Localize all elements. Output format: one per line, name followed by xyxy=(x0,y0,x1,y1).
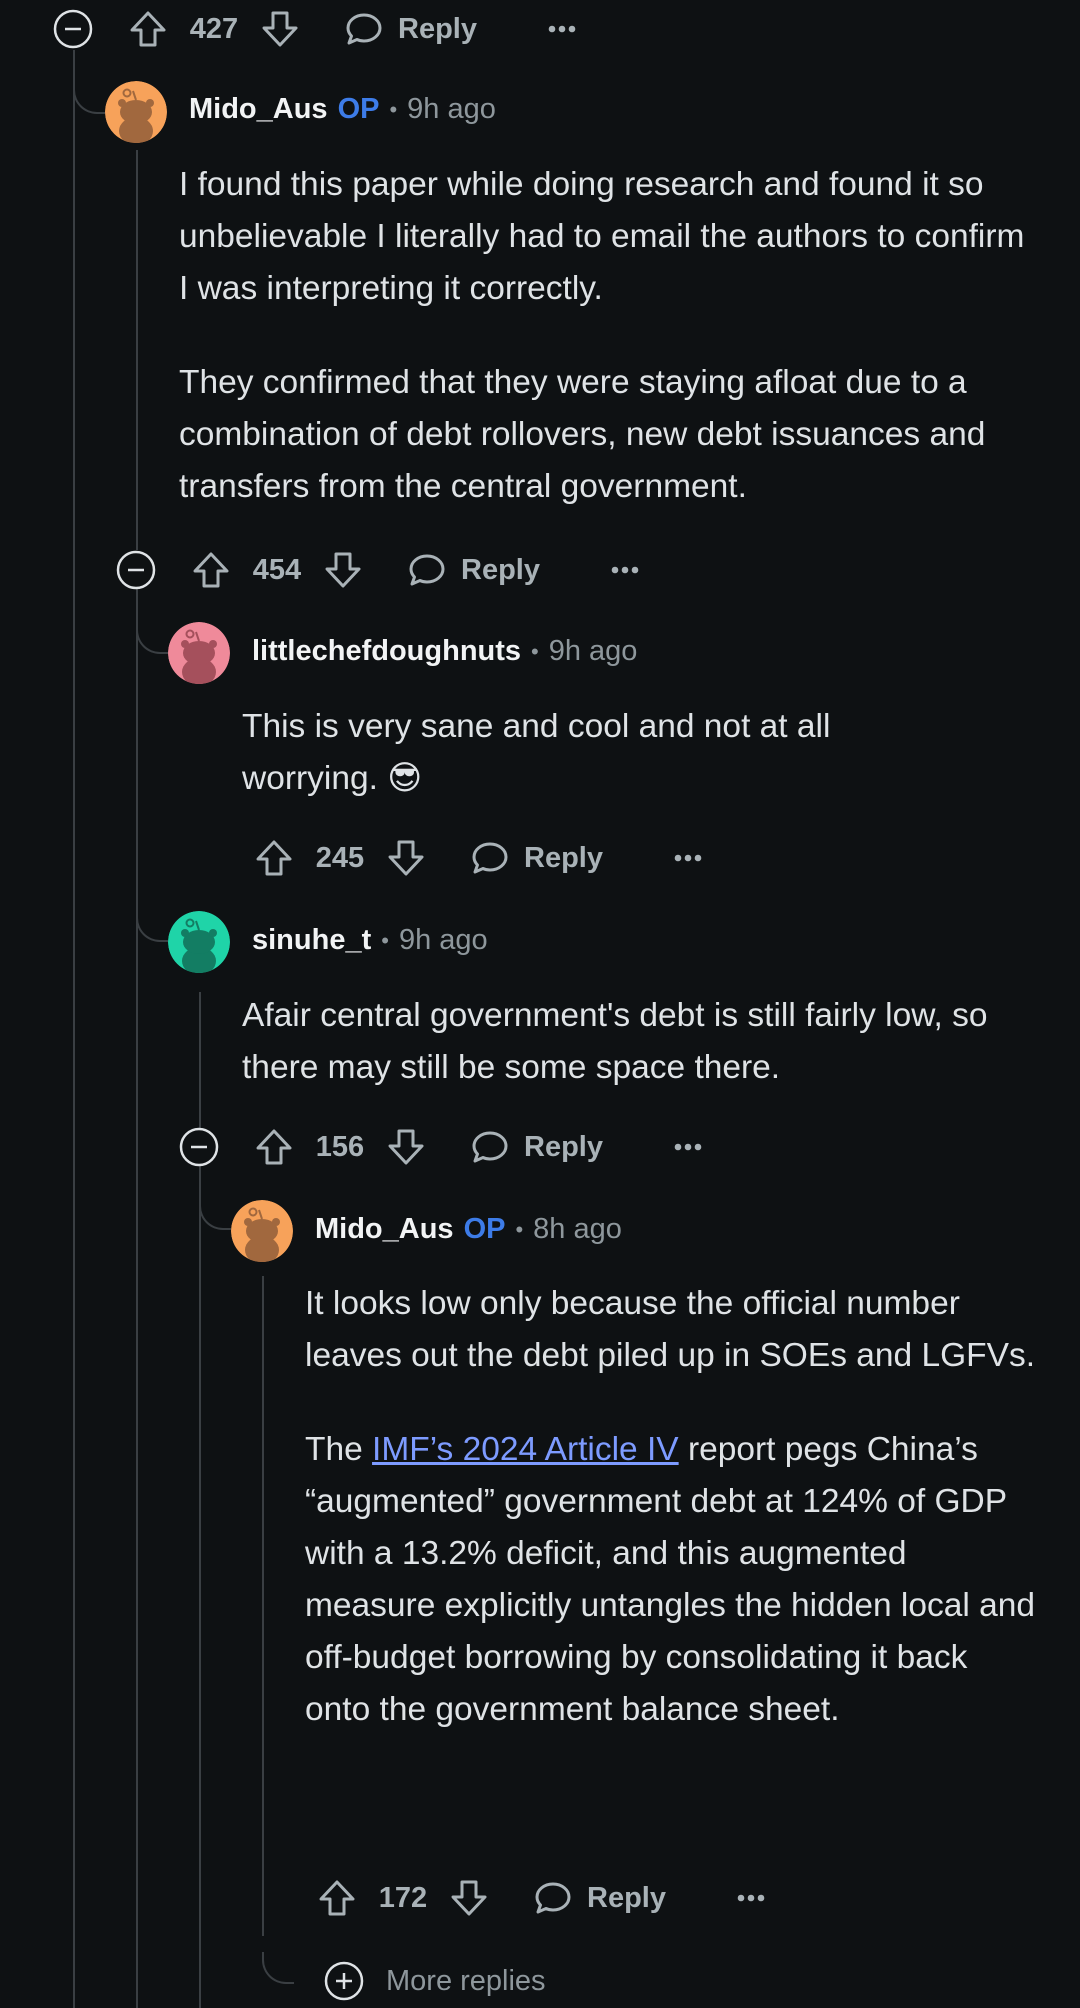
avatar-snoo-icon xyxy=(105,81,167,143)
downvote-icon[interactable] xyxy=(447,1876,491,1920)
reply-label: Reply xyxy=(398,12,477,45)
text-span: The xyxy=(305,1431,373,1468)
op-badge: OP xyxy=(337,93,380,125)
thread-line xyxy=(262,1276,264,1936)
timestamp: 8h ago xyxy=(533,1213,622,1245)
vote-count: 454 xyxy=(252,553,302,586)
thread-connector xyxy=(136,612,168,654)
vote-count: 427 xyxy=(189,12,239,45)
comment-body: I found this paper while doing research … xyxy=(179,159,1039,513)
timestamp: 9h ago xyxy=(548,635,638,667)
avatar-snoo-icon xyxy=(231,1200,293,1262)
comment-body: Afair central government's debt is still… xyxy=(242,990,1042,1094)
avatar[interactable] xyxy=(168,622,230,684)
comment-paragraph: This is very sane and cool and not at al… xyxy=(242,708,831,797)
more-replies-label: More replies xyxy=(386,1964,546,1997)
thread-line xyxy=(136,150,138,550)
reply-label: Reply xyxy=(587,1881,666,1914)
reply-button[interactable]: Reply xyxy=(468,836,603,880)
separator: • xyxy=(389,96,398,122)
comment-meta: littlechefdoughnuts • 9h ago xyxy=(252,635,637,668)
more-icon[interactable] xyxy=(673,853,703,863)
expand-icon xyxy=(324,1961,364,2001)
reply-icon xyxy=(472,842,508,874)
thread-line xyxy=(73,50,75,2008)
reply-icon xyxy=(409,554,445,586)
separator: • xyxy=(531,638,539,664)
comment-paragraph: They confirmed that they were staying af… xyxy=(179,364,986,505)
vote-count: 156 xyxy=(315,1130,365,1163)
thread-connector xyxy=(73,72,105,114)
avatar-snoo-icon xyxy=(168,622,230,684)
comment-paragraph: Afair central government's debt is still… xyxy=(242,997,988,1086)
collapse-icon[interactable] xyxy=(179,1127,219,1167)
username[interactable]: Mido_Aus xyxy=(189,93,328,126)
comment-meta: Mido_Aus OP • 8h ago xyxy=(315,1213,622,1246)
thread-connector xyxy=(199,1188,231,1230)
text-span: report pegs China’s “augmented” governme… xyxy=(305,1431,1036,1728)
comment-meta: sinuhe_t • 9h ago xyxy=(252,924,488,957)
avatar-snoo-icon xyxy=(168,911,230,973)
more-icon[interactable] xyxy=(736,1893,766,1903)
comment-body: This is very sane and cool and not at al… xyxy=(242,701,922,805)
downvote-icon[interactable] xyxy=(384,836,428,880)
collapse-icon[interactable] xyxy=(116,550,156,590)
downvote-icon[interactable] xyxy=(258,7,302,51)
reply-button[interactable]: Reply xyxy=(342,7,477,51)
reply-icon xyxy=(346,13,382,45)
op-badge: OP xyxy=(463,1213,506,1245)
comment-paragraph: I found this paper while doing research … xyxy=(179,166,1025,307)
upvote-icon[interactable] xyxy=(315,1876,359,1920)
reply-label: Reply xyxy=(524,1130,603,1163)
reply-label: Reply xyxy=(524,841,603,874)
timestamp: 9h ago xyxy=(407,93,496,125)
vote-count: 245 xyxy=(315,841,365,874)
reply-icon xyxy=(472,1131,508,1163)
vote-count: 172 xyxy=(378,1881,428,1914)
reply-button[interactable]: Reply xyxy=(405,548,540,592)
avatar[interactable] xyxy=(231,1200,293,1262)
reply-icon xyxy=(535,1882,571,1914)
downvote-icon[interactable] xyxy=(384,1125,428,1169)
reply-button[interactable]: Reply xyxy=(468,1125,603,1169)
comment-meta: Mido_Aus OP • 9h ago xyxy=(189,93,496,126)
timestamp: 9h ago xyxy=(398,924,488,956)
reply-button[interactable]: Reply xyxy=(531,1876,666,1920)
thread-connector xyxy=(262,1952,294,1984)
upvote-icon[interactable] xyxy=(189,548,233,592)
thread-line xyxy=(136,588,138,2008)
downvote-icon[interactable] xyxy=(321,548,365,592)
comment-paragraph: It looks low only because the official n… xyxy=(305,1285,1035,1374)
more-icon[interactable] xyxy=(610,565,640,575)
reply-label: Reply xyxy=(461,553,540,586)
more-icon[interactable] xyxy=(547,24,577,34)
more-replies-button[interactable]: More replies xyxy=(324,1961,546,2001)
upvote-icon[interactable] xyxy=(252,1125,296,1169)
comment-actions: 172 Reply xyxy=(315,1874,766,1922)
username[interactable]: littlechefdoughnuts xyxy=(252,635,521,668)
username[interactable]: Mido_Aus xyxy=(315,1213,454,1246)
comment-paragraph: The IMF’s 2024 Article IV report pegs Ch… xyxy=(305,1424,1040,1736)
upvote-icon[interactable] xyxy=(252,836,296,880)
comment-actions: 454 Reply xyxy=(189,546,640,594)
comment-actions: 156 Reply xyxy=(252,1123,703,1171)
collapse-icon[interactable] xyxy=(53,9,93,49)
separator: • xyxy=(515,1216,524,1242)
comment-actions: 245 Reply xyxy=(252,834,703,882)
thread-connector xyxy=(136,900,168,942)
imf-report-link[interactable]: IMF’s 2024 Article IV xyxy=(372,1431,679,1468)
avatar[interactable] xyxy=(168,911,230,973)
more-icon[interactable] xyxy=(673,1142,703,1152)
avatar[interactable] xyxy=(105,81,167,143)
upvote-icon[interactable] xyxy=(126,7,170,51)
comment-body: It looks low only because the official n… xyxy=(305,1278,1040,1736)
username[interactable]: sinuhe_t xyxy=(252,924,371,957)
separator: • xyxy=(381,927,389,953)
comment-actions: 427 Reply xyxy=(126,5,577,53)
